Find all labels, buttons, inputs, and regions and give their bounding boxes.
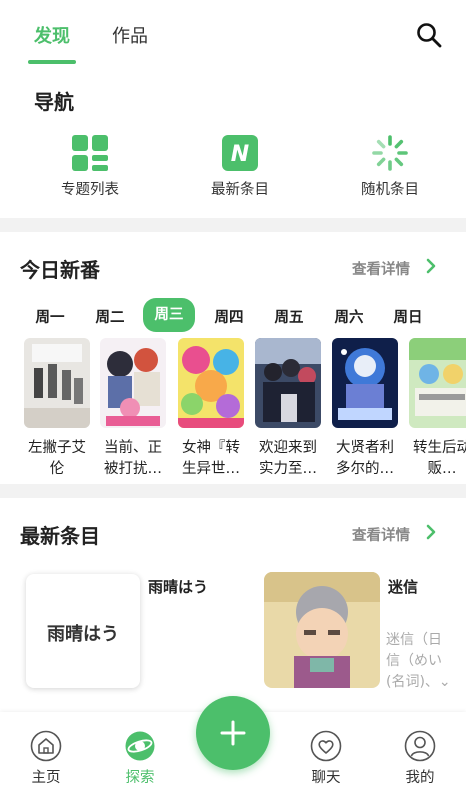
bottom-nav-label: 我的 <box>405 770 435 786</box>
nav-label-latest: 最新条目 <box>211 182 269 198</box>
user-icon <box>404 730 436 762</box>
anime-title: 大贤者利多尔的… <box>336 440 394 477</box>
latest-section-title: 最新条目 <box>20 524 100 548</box>
anime-cover <box>255 338 321 428</box>
tab-discover[interactable]: 发现 <box>34 22 70 48</box>
entry-description: 迷信（日 信（めい (名词)、⌄ <box>386 630 466 693</box>
nav-item-topics[interactable]: 专题列表 <box>30 132 150 202</box>
anime-cover <box>178 338 244 428</box>
anime-cover <box>409 338 466 428</box>
section-divider <box>0 484 466 498</box>
entry-desc-line: 信（めい <box>386 653 442 669</box>
svg-text:N: N <box>231 142 249 167</box>
entry-card-text: 雨晴はう <box>47 624 119 645</box>
chevron-right-icon[interactable] <box>425 524 437 540</box>
anime-title: 左撇子艾伦 <box>28 440 86 477</box>
tab-works[interactable]: 作品 <box>112 22 148 48</box>
day-tab-thu[interactable]: 周四 <box>205 305 253 331</box>
day-tab-tue[interactable]: 周二 <box>86 305 134 331</box>
plus-icon <box>220 720 246 746</box>
anime-title: 当前、正被打扰… <box>104 440 162 477</box>
entry-name[interactable]: 雨晴はう <box>148 576 208 597</box>
spinner-icon <box>372 135 408 171</box>
bottom-nav-me[interactable]: 我的 <box>390 730 450 787</box>
entry-desc-line: (名词)、⌄ <box>386 674 451 690</box>
top-bar: 发现 作品 <box>0 0 466 64</box>
bottom-nav-label: 聊天 <box>311 770 341 786</box>
entry-desc-line: 迷信（日 <box>386 632 442 648</box>
anime-card[interactable]: 大贤者利多尔的… <box>332 338 398 480</box>
anime-title: 欢迎来到实力至… <box>259 440 317 477</box>
entry-name[interactable]: 迷信 <box>388 576 418 597</box>
day-tab-mon[interactable]: 周一 <box>26 305 74 331</box>
nav-item-latest[interactable]: N 最新条目 <box>180 132 300 202</box>
planet-icon <box>125 731 155 761</box>
nav-section-title: 导航 <box>34 90 74 114</box>
day-tab-fri[interactable]: 周五 <box>265 305 313 331</box>
heart-chat-icon <box>310 730 342 762</box>
bottom-nav-label: 主页 <box>31 770 61 786</box>
anime-card[interactable]: 当前、正被打扰… <box>100 338 166 480</box>
nav-label-topics: 专题列表 <box>61 182 119 198</box>
nav-item-random[interactable]: 随机条目 <box>330 132 450 202</box>
anime-cover <box>100 338 166 428</box>
entry-thumbnail[interactable] <box>264 572 380 688</box>
anime-cover <box>24 338 90 428</box>
bottom-nav-chat[interactable]: 聊天 <box>296 730 356 787</box>
bottom-nav-home[interactable]: 主页 <box>16 730 76 787</box>
add-button[interactable] <box>196 696 270 770</box>
anime-card[interactable]: 女神『转生异世… <box>178 338 244 480</box>
grid-list-icon <box>72 135 108 171</box>
anime-title: 女神『转生异世… <box>182 440 240 477</box>
anime-card[interactable]: 欢迎来到实力至… <box>255 338 321 480</box>
search-icon[interactable] <box>416 22 442 48</box>
anime-card[interactable]: 左撇子艾伦 <box>24 338 90 480</box>
anime-title: 转生后动贩… <box>413 440 466 477</box>
today-more-link[interactable]: 查看详情 <box>352 258 410 279</box>
bottom-nav-label: 探索 <box>125 770 155 786</box>
tab-active-indicator <box>28 60 76 64</box>
nav-label-random: 随机条目 <box>361 182 419 198</box>
chevron-right-icon[interactable] <box>425 258 437 274</box>
anime-cover <box>332 338 398 428</box>
latest-entry-card[interactable]: 雨晴はう <box>26 574 140 688</box>
day-tab-sun[interactable]: 周日 <box>384 305 432 331</box>
section-divider <box>0 218 466 232</box>
day-tab-wed[interactable]: 周三 <box>143 298 195 332</box>
anime-card[interactable]: 转生后动贩… <box>409 338 466 480</box>
new-badge-icon: N <box>222 135 258 171</box>
bottom-nav-explore[interactable]: 探索 <box>110 730 170 787</box>
latest-more-link[interactable]: 查看详情 <box>352 524 410 545</box>
day-tab-sat[interactable]: 周六 <box>325 305 373 331</box>
home-icon <box>30 730 62 762</box>
today-section-title: 今日新番 <box>20 258 100 282</box>
